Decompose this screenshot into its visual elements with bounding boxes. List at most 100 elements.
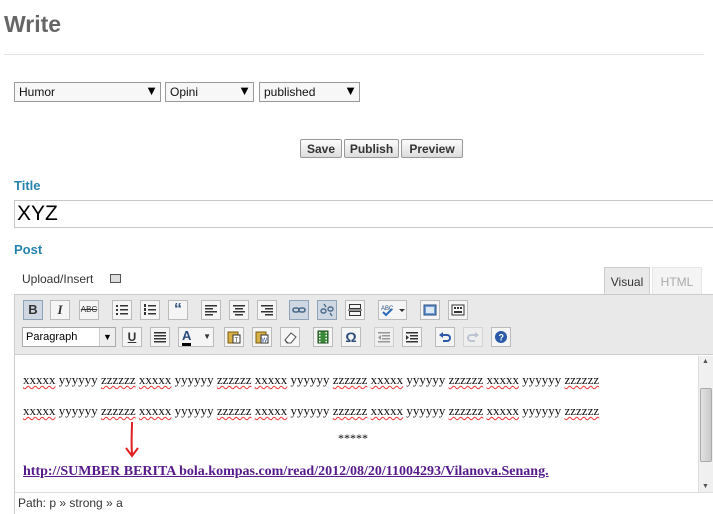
title-label: Title <box>14 178 41 193</box>
content-word: xxxxx <box>486 372 520 387</box>
insert-media-button[interactable] <box>313 327 333 347</box>
fullscreen-icon <box>423 304 437 316</box>
content-word: zzzzzz <box>101 372 136 387</box>
content-link[interactable]: http://SUMBER BERITA bola.kompas.com/rea… <box>23 464 549 480</box>
content-word: xxxxx <box>23 372 56 387</box>
blockquote-button[interactable]: “ <box>168 300 188 320</box>
content-word: yyyyyy <box>290 403 330 418</box>
justify-button[interactable] <box>150 327 170 347</box>
text-color-button[interactable]: A ▼ <box>178 327 214 347</box>
paste-word-button[interactable]: W <box>252 327 272 347</box>
content-word: xxxxx <box>254 403 288 418</box>
scroll-down-arrow-icon[interactable]: ▼ <box>702 483 709 490</box>
content-line: xxxxx yyyyyy zzzzzz xxxxx yyyyyy zzzzzz … <box>23 372 599 388</box>
svg-text:?: ? <box>499 333 505 343</box>
kitchen-sink-icon <box>451 304 465 316</box>
paste-text-icon: T <box>227 331 241 344</box>
paste-text-button[interactable]: T <box>224 327 244 347</box>
bold-button[interactable]: B <box>23 300 43 320</box>
category-select[interactable]: Humor ▼ <box>14 82 161 102</box>
content-word: xxxxx <box>23 403 56 418</box>
content-word: xxxxx <box>370 403 404 418</box>
upload-insert-label: Upload/Insert <box>22 272 94 286</box>
numbered-list-button[interactable] <box>140 300 160 320</box>
status-path: Path: p » strong » a <box>15 492 713 514</box>
align-center-button[interactable] <box>229 300 249 320</box>
align-left-icon <box>205 305 217 316</box>
bullet-list-icon <box>116 305 128 315</box>
insert-link-button[interactable] <box>289 300 309 320</box>
content-word: zzzzzz <box>332 403 368 418</box>
outdent-button[interactable] <box>374 327 394 347</box>
help-icon: ? <box>495 331 507 343</box>
svg-text:W: W <box>262 338 268 344</box>
insert-more-button[interactable] <box>345 300 365 320</box>
content-word: zzzzzz <box>448 372 484 387</box>
content-word: xxxxx <box>370 372 404 387</box>
publish-button[interactable]: Publish <box>344 139 399 158</box>
content-word: zzzzzz <box>564 403 600 418</box>
status-select[interactable]: published ▼ <box>259 82 360 102</box>
more-tag-icon <box>348 304 362 316</box>
add-media-icon[interactable] <box>110 274 121 283</box>
category-select-value: Humor <box>19 85 56 99</box>
indent-icon <box>406 332 418 343</box>
spellcheck-icon: ABC <box>381 306 405 317</box>
indent-button[interactable] <box>402 327 422 347</box>
redo-button[interactable] <box>463 327 483 347</box>
content-word: zzzzzz <box>216 372 252 387</box>
align-center-icon <box>233 305 245 316</box>
format-select-value: Paragraph <box>26 331 78 343</box>
fullscreen-button[interactable] <box>420 300 440 320</box>
content-word: yyyyyy <box>290 372 330 387</box>
content-word: yyyyyy <box>58 372 98 387</box>
page-title: Write <box>4 11 62 37</box>
numbered-list-icon <box>144 304 156 315</box>
content-word: zzzzzz <box>216 403 252 418</box>
italic-button[interactable]: I <box>50 300 70 320</box>
unlink-button[interactable] <box>317 300 337 320</box>
strikethrough-button[interactable]: ABC <box>79 300 99 320</box>
type-select[interactable]: Opini ▼ <box>165 82 254 102</box>
content-word: xxxxx <box>138 403 172 418</box>
title-input[interactable]: XYZ <box>14 200 713 228</box>
bullet-list-button[interactable] <box>112 300 132 320</box>
scrollbar-thumb[interactable] <box>700 388 712 462</box>
spellcheck-button[interactable]: ABC <box>378 300 407 320</box>
tab-html[interactable]: HTML <box>652 267 702 294</box>
text-color-icon: A <box>182 328 192 346</box>
content-word: zzzzzz <box>448 403 484 418</box>
content-word: yyyyyy <box>522 403 562 418</box>
content-word: yyyyyy <box>58 403 98 418</box>
content-word: xxxxx <box>138 372 172 387</box>
content-word: zzzzzz <box>564 372 600 387</box>
content-word: zzzzzz <box>101 403 136 418</box>
paste-word-icon: W <box>255 331 269 344</box>
align-right-button[interactable] <box>257 300 277 320</box>
align-right-icon <box>261 305 273 316</box>
dropdown-arrow-icon: ▼ <box>203 332 211 341</box>
dropdown-arrow-icon: ▼ <box>145 83 158 98</box>
kitchen-sink-button[interactable] <box>448 300 468 320</box>
help-button[interactable]: ? <box>491 327 511 347</box>
link-icon <box>292 307 306 313</box>
content-word: xxxxx <box>486 403 520 418</box>
scroll-up-arrow-icon[interactable]: ▲ <box>702 358 709 365</box>
tab-visual[interactable]: Visual <box>604 267 650 294</box>
special-character-button[interactable]: Ω <box>341 327 361 347</box>
content-word: xxxxx <box>254 372 288 387</box>
format-select[interactable]: Paragraph ▼ <box>22 327 116 347</box>
content-separator: ***** <box>338 431 368 445</box>
undo-icon <box>439 332 451 342</box>
content-word: yyyyyy <box>406 403 446 418</box>
align-left-button[interactable] <box>201 300 221 320</box>
outdent-icon <box>378 332 390 343</box>
preview-button[interactable]: Preview <box>401 139 463 158</box>
justify-icon <box>154 332 166 343</box>
svg-text:T: T <box>235 338 239 344</box>
save-button[interactable]: Save <box>300 139 342 158</box>
underline-button[interactable]: U <box>122 327 142 347</box>
clear-formatting-button[interactable] <box>280 327 300 347</box>
content-line: xxxxx yyyyyy zzzzzz xxxxx yyyyyy zzzzzz … <box>23 403 599 419</box>
undo-button[interactable] <box>435 327 455 347</box>
